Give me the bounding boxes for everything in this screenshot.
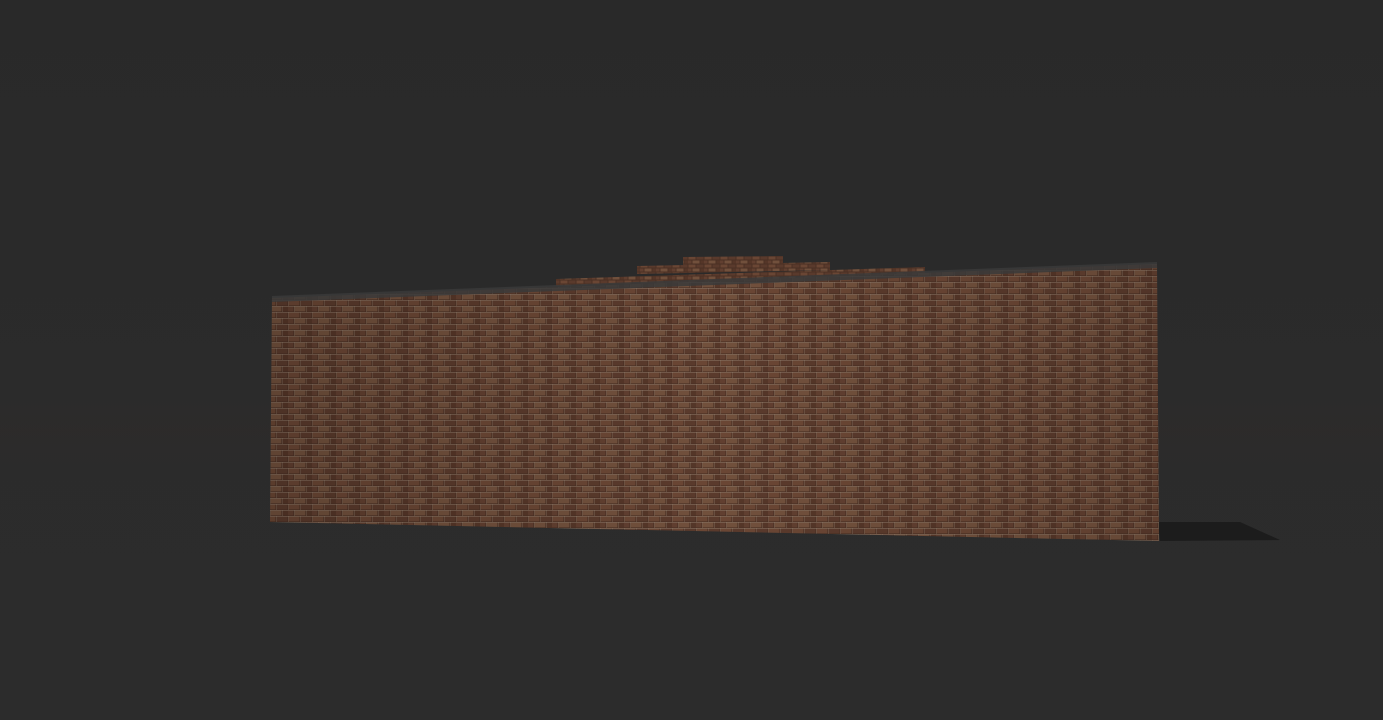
wall-shading <box>270 264 1159 541</box>
scene-canvas <box>0 256 1383 541</box>
3d-viewport[interactable] <box>0 0 1383 720</box>
wall-shadow <box>1158 522 1280 541</box>
